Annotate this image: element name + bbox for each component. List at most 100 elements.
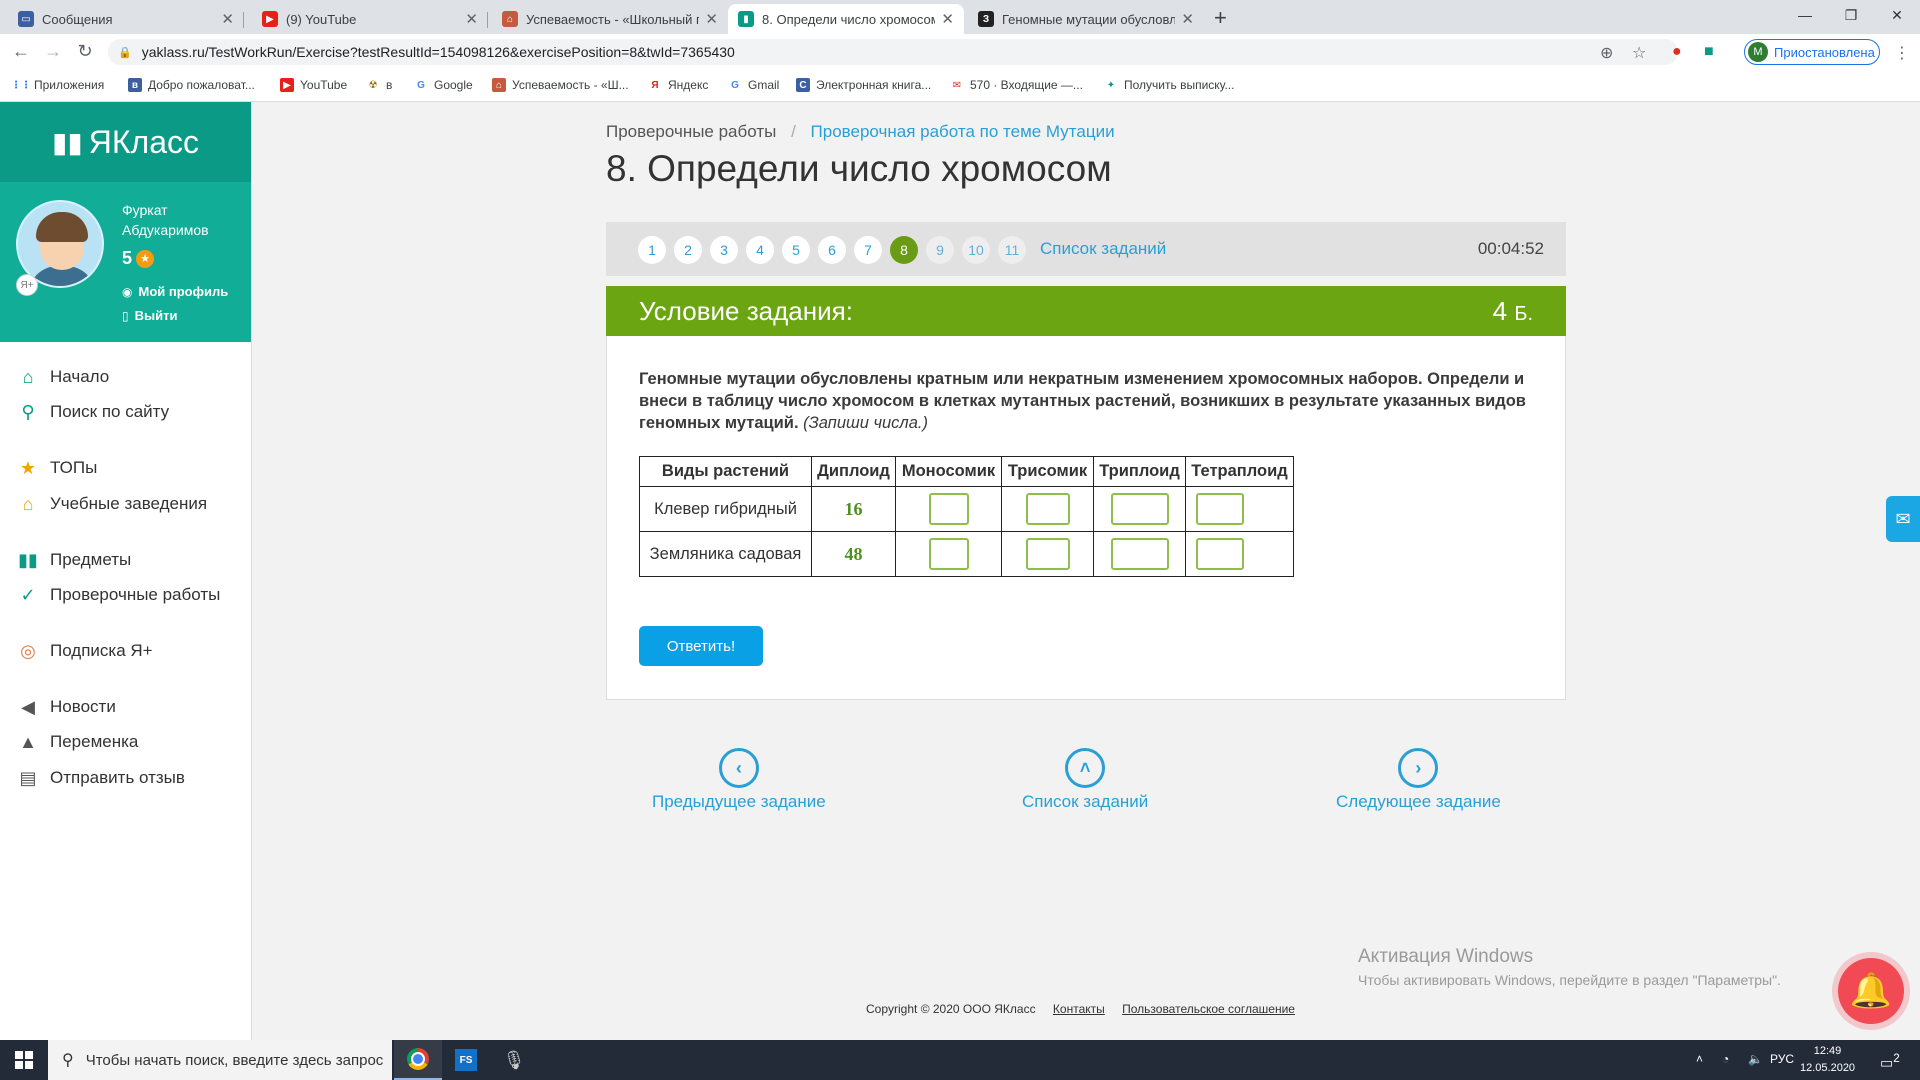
sidebar-item-tests[interactable]: ✓ Проверочные работы	[16, 584, 220, 606]
page-button-4[interactable]: 4	[746, 236, 774, 264]
agreement-link[interactable]: Пользовательское соглашение	[1122, 1002, 1295, 1016]
url-input[interactable]: 🔒 yaklass.ru/TestWorkRun/Exercise?testRe…	[108, 39, 1678, 65]
close-icon[interactable]: ✕	[941, 10, 954, 28]
page-button-3[interactable]: 3	[710, 236, 738, 264]
page-button-8-current[interactable]: 8	[890, 236, 918, 264]
windows-activation-watermark: Активация Windows Чтобы активировать Win…	[1358, 946, 1781, 988]
extension-icon[interactable]: ●	[1672, 43, 1682, 61]
site-logo[interactable]: ▮▮ ЯКласс	[0, 102, 251, 182]
mail-feedback-icon[interactable]: ✉	[1886, 496, 1920, 542]
close-icon[interactable]: ✕	[465, 10, 478, 28]
notification-center-icon[interactable]: ▭2	[1880, 1052, 1900, 1072]
ya-plus-badge-icon: Я+	[16, 274, 38, 296]
start-button[interactable]	[0, 1040, 48, 1080]
extension-icon[interactable]: ■	[1704, 43, 1714, 61]
chrome-taskbar-icon[interactable]	[394, 1040, 442, 1080]
task-list-link[interactable]: Список заданий	[1040, 239, 1166, 259]
sidebar-item-institutions[interactable]: ⌂ Учебные заведения	[16, 493, 208, 515]
messages-icon: ▭	[18, 11, 34, 27]
breadcrumb-root-link[interactable]: Проверочные работы	[606, 122, 776, 141]
close-icon[interactable]: ✕	[221, 10, 234, 28]
checkmark-icon: ✓	[20, 584, 36, 605]
prev-task-button[interactable]: ‹ Предыдущее задание	[652, 748, 826, 812]
tetraploid-input[interactable]	[1196, 493, 1244, 525]
trisomic-input[interactable]	[1025, 538, 1070, 570]
bookmark-item[interactable]: ⌂ Успеваемость - «Ш...	[492, 78, 629, 92]
bookmark-item[interactable]: ✦ Получить выписку...	[1104, 78, 1235, 92]
browser-tab-active[interactable]: ▮ 8. Определи число хромосом ✕	[728, 4, 964, 34]
page-button-2[interactable]: 2	[674, 236, 702, 264]
bookmark-item[interactable]: G Google	[414, 78, 473, 92]
tetraploid-input[interactable]	[1196, 538, 1244, 570]
bookmark-item[interactable]: C Электронная книга...	[796, 78, 931, 92]
back-icon[interactable]: ←	[10, 41, 32, 62]
page-button-9[interactable]: 9	[926, 236, 954, 264]
page-button-1[interactable]: 1	[638, 236, 666, 264]
taskbar-search-input[interactable]: ⚲ Чтобы начать поиск, введите здесь запр…	[48, 1040, 392, 1080]
window-close-button[interactable]: ✕	[1874, 0, 1920, 30]
bell-icon: ▲	[19, 731, 37, 752]
microphone-app-taskbar-icon[interactable]: 🎙	[490, 1040, 538, 1080]
bookmark-item[interactable]: G Gmail	[728, 78, 779, 92]
monosomic-input[interactable]	[928, 493, 969, 525]
bookmark-item[interactable]: Я Яндекс	[648, 78, 708, 92]
znanija-icon: З	[978, 11, 994, 27]
sidebar-item-subscription[interactable]: ◎ Подписка Я+	[16, 640, 152, 662]
sidebar-item-break[interactable]: ▲ Переменка	[16, 731, 138, 753]
trisomic-input[interactable]	[1025, 493, 1070, 525]
notification-bell-icon[interactable]: 🔔	[1838, 958, 1904, 1024]
close-icon[interactable]: ✕	[705, 10, 718, 28]
bookmark-item[interactable]: в Добро пожаловат...	[128, 78, 255, 92]
google-icon: G	[417, 79, 425, 91]
wifi-icon[interactable]: ◔	[1722, 1052, 1729, 1066]
tray-chevron-icon[interactable]: ˄	[1696, 1052, 1703, 1066]
page-button-5[interactable]: 5	[782, 236, 810, 264]
sidebar-item-home[interactable]: ⌂ Начало	[16, 366, 110, 388]
install-icon[interactable]: ⊕	[1600, 43, 1613, 63]
page-button-10[interactable]: 10	[962, 236, 990, 264]
forward-icon[interactable]: →	[42, 41, 64, 62]
sidebar-item-tops[interactable]: ★ ТОПы	[16, 457, 97, 479]
clock[interactable]: 12:49 12.05.2020	[1800, 1043, 1855, 1077]
browser-tab-messages[interactable]: ▭ Сообщения ✕	[8, 4, 244, 34]
breadcrumb-current-link[interactable]: Проверочная работа по теме Мутации	[811, 122, 1115, 141]
my-profile-link[interactable]: ◉ Мой профиль	[122, 284, 228, 299]
page-button-11[interactable]: 11	[998, 236, 1026, 264]
submit-answer-button[interactable]: Ответить!	[639, 626, 763, 666]
bookmark-star-icon[interactable]: ☆	[1632, 43, 1646, 63]
close-icon[interactable]: ✕	[1181, 10, 1194, 28]
page-button-6[interactable]: 6	[818, 236, 846, 264]
triploid-input[interactable]	[1110, 493, 1169, 525]
menu-kebab-icon[interactable]: ⋮	[1894, 43, 1910, 63]
volume-icon[interactable]: 🔈	[1748, 1052, 1763, 1066]
new-tab-button[interactable]: +	[1214, 5, 1227, 31]
sidebar-item-news[interactable]: ◀ Новости	[16, 696, 116, 718]
browser-tab-school-portal[interactable]: ⌂ Успеваемость - «Школьный пор ✕	[492, 4, 728, 34]
page-button-7[interactable]: 7	[854, 236, 882, 264]
breadcrumb: Проверочные работы / Проверочная работа …	[606, 122, 1115, 141]
bookmark-apps[interactable]: ⋮⋮ Приложения	[11, 78, 104, 92]
reload-icon[interactable]: ↻	[74, 41, 96, 62]
bookmark-item[interactable]: ▶ YouTube	[280, 78, 347, 92]
triploid-input[interactable]	[1110, 538, 1169, 570]
youtube-icon: ▶	[262, 11, 278, 27]
language-indicator[interactable]: РУС	[1770, 1052, 1794, 1066]
bookmark-item[interactable]: ☢ в	[366, 78, 393, 92]
bookmark-item[interactable]: ✉ 570 · Входящие —...	[950, 78, 1083, 92]
sidebar-item-subjects[interactable]: ▮▮ Предметы	[16, 549, 131, 571]
logout-link[interactable]: ▯ Выйти	[122, 308, 177, 323]
task-pager: 1 2 3 4 5 6 7 8 9 10 11 Список заданий 0…	[606, 222, 1566, 276]
sidebar-item-search[interactable]: ⚲ Поиск по сайту	[16, 401, 169, 423]
task-list-button[interactable]: ˄ Список заданий	[1022, 748, 1148, 812]
sidebar-item-feedback[interactable]: ▤ Отправить отзыв	[16, 767, 184, 789]
next-task-button[interactable]: › Следующее задание	[1336, 748, 1501, 812]
minimize-button[interactable]: —	[1782, 0, 1828, 30]
browser-tab-znanija[interactable]: З Геномные мутации обусловлен ✕	[968, 4, 1204, 34]
fs-app-taskbar-icon[interactable]: FS	[442, 1040, 490, 1080]
apps-grid-icon: ⋮⋮	[11, 79, 31, 91]
maximize-button[interactable]: ❐	[1828, 0, 1874, 30]
profile-button[interactable]: M Приостановлена	[1744, 39, 1880, 65]
browser-tab-youtube[interactable]: ▶ (9) YouTube ✕	[252, 4, 488, 34]
monosomic-input[interactable]	[928, 538, 969, 570]
contacts-link[interactable]: Контакты	[1053, 1002, 1105, 1016]
